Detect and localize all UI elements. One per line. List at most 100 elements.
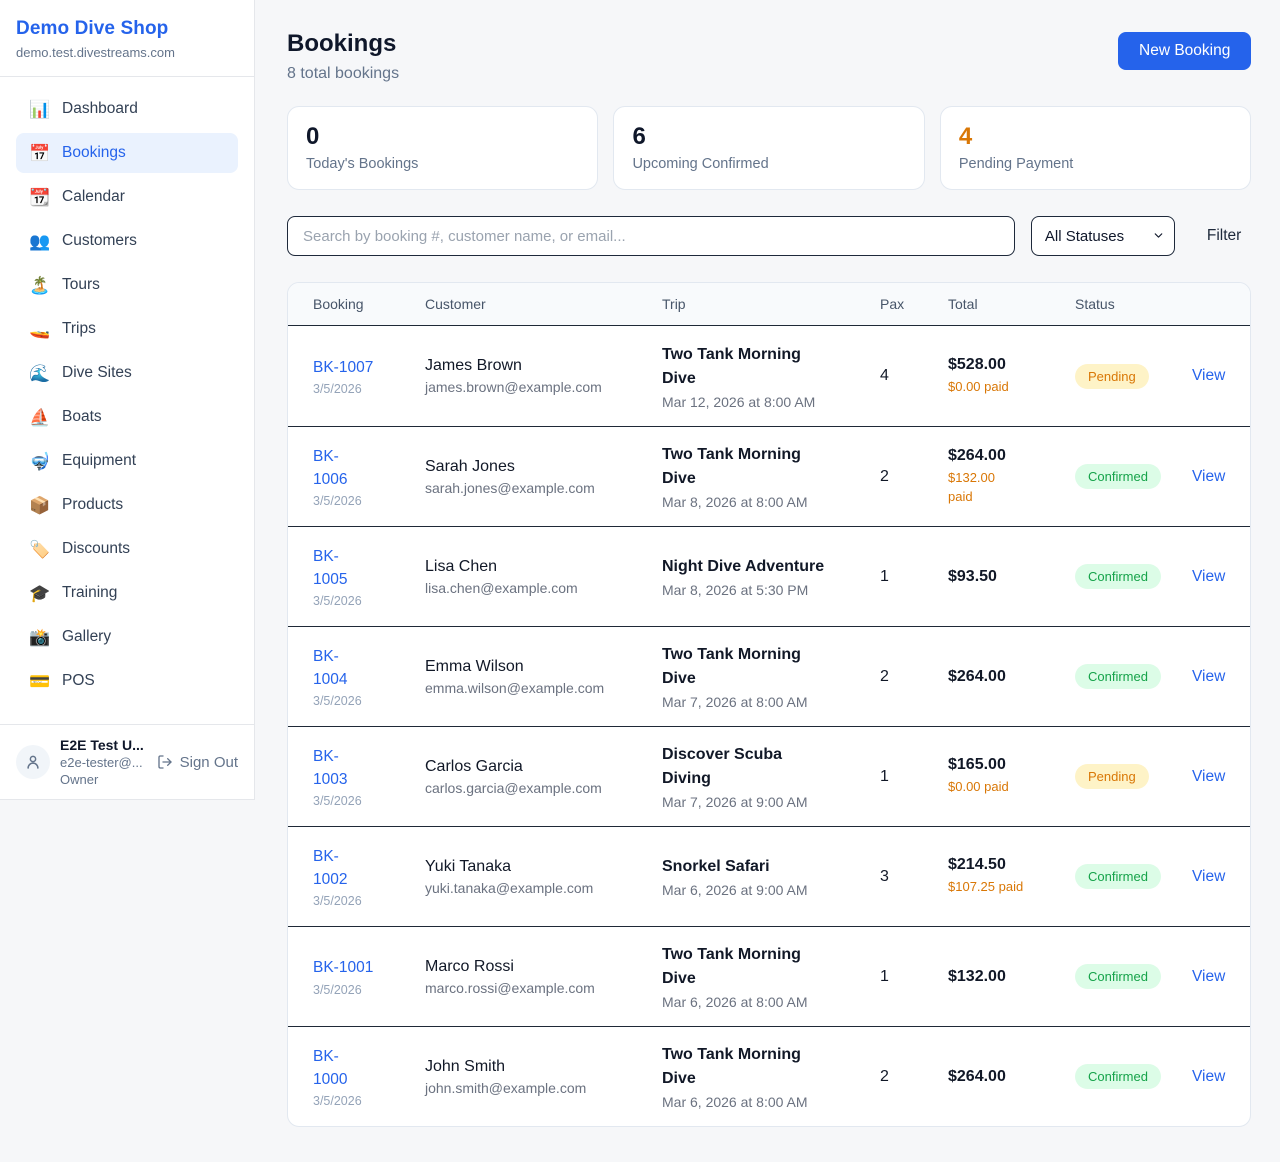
trip-cell: Two Tank Morning Dive Mar 6, 2026 at 8:0… (662, 943, 880, 1010)
status-badge: Pending (1075, 364, 1149, 389)
sidebar-item-label: Customers (62, 232, 137, 250)
page-title-block: Bookings 8 total bookings (287, 30, 399, 83)
table-row: BK- 1002 3/5/2026 Yuki Tanaka yuki.tanak… (288, 826, 1250, 926)
view-booking-link[interactable]: View (1192, 968, 1225, 985)
status-select[interactable]: All Statuses (1031, 216, 1175, 256)
pax-count: 2 (880, 1068, 948, 1086)
sidebar-item-dashboard[interactable]: 📊 Dashboard (16, 89, 238, 129)
trip-cell: Night Dive Adventure Mar 8, 2026 at 5:30… (662, 555, 880, 598)
booking-cell: BK- 1002 3/5/2026 (313, 845, 425, 909)
stat-label: Today's Bookings (306, 156, 579, 172)
customer-cell: Lisa Chen lisa.chen@example.com (425, 558, 662, 596)
sidebar-item-label: Dashboard (62, 100, 138, 118)
customer-email: sarah.jones@example.com (425, 480, 662, 496)
sign-out-button[interactable]: Sign Out (157, 754, 238, 771)
sidebar-item-label: Discounts (62, 540, 130, 558)
new-booking-button[interactable]: New Booking (1118, 32, 1251, 70)
total-amount: $93.50 (948, 568, 1075, 586)
booking-id-link[interactable]: BK- 1005 (313, 545, 347, 592)
people-icon: 👥 (29, 233, 49, 250)
booking-id-link[interactable]: BK- 1003 (313, 745, 347, 792)
search-input[interactable] (287, 216, 1015, 256)
filter-button[interactable]: Filter (1191, 227, 1251, 245)
app-root: Demo Dive Shop demo.test.divestreams.com… (0, 0, 1280, 1162)
trip-name: Night Dive Adventure (662, 555, 832, 579)
actions-cell: View (1192, 568, 1225, 586)
customer-cell: John Smith john.smith@example.com (425, 1058, 662, 1096)
pax-count: 1 (880, 968, 948, 986)
stat-value: 0 (306, 124, 579, 150)
sidebar-item-tours[interactable]: 🏝️ Tours (16, 265, 238, 305)
customer-cell: Yuki Tanaka yuki.tanaka@example.com (425, 858, 662, 896)
stat-value: 6 (632, 124, 905, 150)
sidebar-item-products[interactable]: 📦 Products (16, 485, 238, 525)
trip-name: Two Tank Morning Dive (662, 643, 832, 691)
trip-datetime: Mar 6, 2026 at 9:00 AM (662, 882, 880, 898)
booking-id-link[interactable]: BK- 1000 (313, 1045, 347, 1092)
booking-cell: BK- 1006 3/5/2026 (313, 445, 425, 509)
view-booking-link[interactable]: View (1192, 768, 1225, 785)
table-row: BK- 1006 3/5/2026 Sarah Jones sarah.jone… (288, 426, 1250, 526)
sidebar-item-boats[interactable]: ⛵ Boats (16, 397, 238, 437)
booking-date: 3/5/2026 (313, 983, 425, 997)
sidebar-nav: 📊 Dashboard 📅 Bookings 📆 Calendar (0, 77, 254, 724)
sidebar-item-discounts[interactable]: 🏷️ Discounts (16, 529, 238, 569)
column-header-trip: Trip (662, 296, 880, 312)
sidebar-item-training[interactable]: 🎓 Training (16, 573, 238, 613)
trip-datetime: Mar 7, 2026 at 8:00 AM (662, 694, 880, 710)
paid-amount: $0.00 paid (948, 778, 1075, 797)
booking-id-link[interactable]: BK- 1004 (313, 645, 347, 692)
sidebar-item-label: Boats (62, 408, 102, 426)
booking-id-link[interactable]: BK- 1006 (313, 445, 347, 492)
user-role: Owner (60, 772, 147, 787)
sidebar-item-trips[interactable]: 🚤 Trips (16, 309, 238, 349)
table-row: BK- 1005 3/5/2026 Lisa Chen lisa.chen@ex… (288, 526, 1250, 626)
booking-id-link[interactable]: BK- 1002 (313, 845, 347, 892)
sidebar-item-bookings[interactable]: 📅 Bookings (16, 133, 238, 173)
sidebar-item-label: Tours (62, 276, 100, 294)
calendar-icon: 📅 (29, 145, 49, 162)
trip-cell: Two Tank Morning Dive Mar 8, 2026 at 8:0… (662, 443, 880, 510)
booking-id-link[interactable]: BK-1001 (313, 956, 373, 979)
main-content: Bookings 8 total bookings New Booking 0 … (255, 0, 1280, 1162)
credit-card-icon: 💳 (29, 673, 49, 690)
view-booking-link[interactable]: View (1192, 868, 1225, 885)
status-cell: Confirmed (1075, 664, 1192, 689)
view-booking-link[interactable]: View (1192, 468, 1225, 485)
total-cell: $132.00 (948, 968, 1075, 986)
booking-date: 3/5/2026 (313, 1094, 425, 1108)
trip-datetime: Mar 8, 2026 at 5:30 PM (662, 582, 880, 598)
sidebar-item-label: Equipment (62, 452, 136, 470)
trip-cell: Snorkel Safari Mar 6, 2026 at 9:00 AM (662, 855, 880, 898)
page-subtitle: 8 total bookings (287, 65, 399, 83)
view-booking-link[interactable]: View (1192, 1068, 1225, 1085)
booking-cell: BK-1007 3/5/2026 (313, 356, 425, 396)
status-badge: Confirmed (1075, 664, 1161, 689)
actions-cell: View (1192, 868, 1225, 886)
sidebar-item-dive-sites[interactable]: 🌊 Dive Sites (16, 353, 238, 393)
user-footer: E2E Test U... e2e-tester@... Owner Sign … (0, 724, 254, 799)
sidebar-item-customers[interactable]: 👥 Customers (16, 221, 238, 261)
total-amount: $264.00 (948, 1068, 1075, 1086)
paid-amount: $132.00 paid (948, 469, 1075, 507)
table-header-row: Booking Customer Trip Pax Total Status (288, 283, 1250, 326)
status-badge: Confirmed (1075, 464, 1161, 489)
sidebar-item-label: Dive Sites (62, 364, 132, 382)
stat-card: 4 Pending Payment (940, 106, 1251, 190)
sidebar-item-pos[interactable]: 💳 POS (16, 661, 238, 701)
pax-count: 1 (880, 568, 948, 586)
customer-name: John Smith (425, 1058, 662, 1076)
total-cell: $264.00 (948, 668, 1075, 686)
view-booking-link[interactable]: View (1192, 568, 1225, 585)
sidebar-item-gallery[interactable]: 📸 Gallery (16, 617, 238, 657)
booking-cell: BK- 1000 3/5/2026 (313, 1045, 425, 1109)
sidebar-item-calendar[interactable]: 📆 Calendar (16, 177, 238, 217)
view-booking-link[interactable]: View (1192, 367, 1225, 384)
booking-id-link[interactable]: BK-1007 (313, 356, 373, 379)
sidebar-item-equipment[interactable]: 🤿 Equipment (16, 441, 238, 481)
trip-name: Discover Scuba Diving (662, 743, 832, 791)
trip-name: Snorkel Safari (662, 855, 832, 879)
actions-cell: View (1192, 468, 1225, 486)
view-booking-link[interactable]: View (1192, 668, 1225, 685)
stat-label: Upcoming Confirmed (632, 156, 905, 172)
